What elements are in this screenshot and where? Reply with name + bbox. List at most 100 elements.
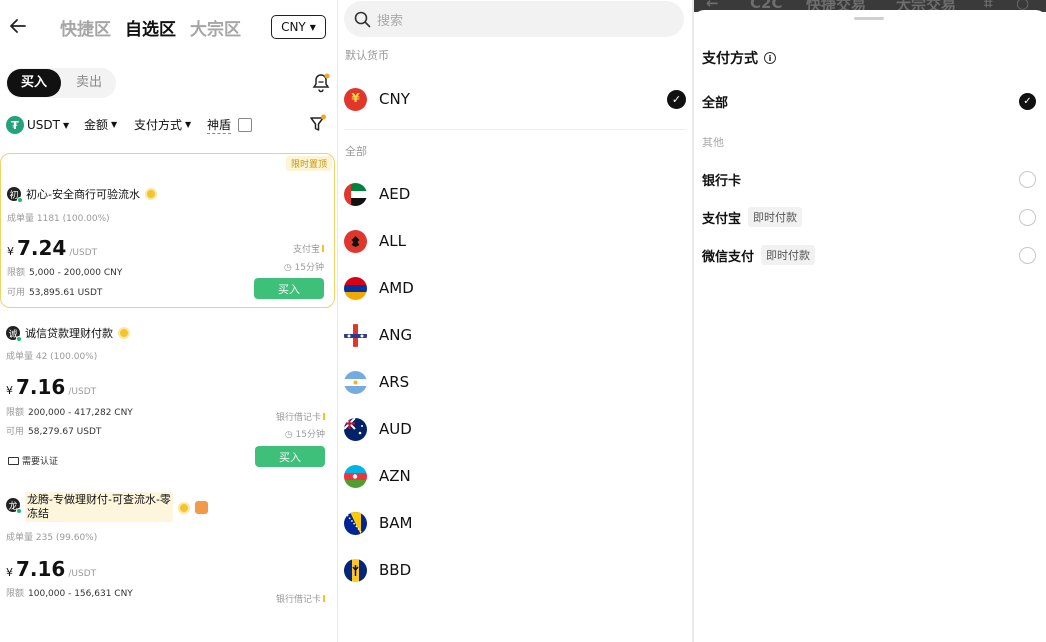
shield-filter[interactable]: 神盾 — [207, 116, 253, 134]
buy-tab[interactable]: 买入 — [7, 69, 61, 97]
payment-time: ◷ 15分钟 — [284, 260, 324, 273]
payment-method-panel: ← C2C 快捷交易 大宗交易 ⌗ ○ 支付方式 i 全部 ✓ 其他 银行卡 支… — [694, 0, 1046, 642]
bell-icon[interactable] — [311, 72, 331, 94]
limit-label: 限额 — [7, 268, 26, 278]
avatar: 龙 — [6, 498, 22, 514]
currency-row-ars[interactable]: ARS — [344, 360, 686, 404]
payment-time: ◷ 15分钟 — [285, 427, 325, 440]
caret-down-icon: ▼ — [185, 120, 192, 129]
pinned-badge: 限时置顶 — [285, 156, 332, 171]
merchant-name-row[interactable]: 龙 龙腾-专做理财付-可查流水-零 冻结 — [6, 492, 208, 522]
tab-quick[interactable]: 快捷区 — [60, 15, 111, 40]
currency-row-bbd[interactable]: BBD — [344, 548, 686, 592]
currency-code: BAM — [379, 514, 413, 532]
currency-code: CNY — [379, 90, 410, 108]
currency-code: AMD — [379, 279, 414, 297]
payment-filter-label: 支付方式 — [134, 118, 183, 132]
ad-card[interactable]: 限时置顶 初 初心-安全商行可验流水 成单量 1181 (100.00%) ¥ … — [0, 153, 335, 308]
radio-selected-icon[interactable]: ✓ — [1019, 92, 1036, 110]
fiat-currency-label: CNY — [281, 20, 306, 34]
payment-option-label: 全部 — [702, 95, 729, 111]
coin-filter-label: USDT — [27, 118, 60, 132]
available-row: 可用 58,279.67 USDT — [6, 424, 101, 437]
tab-bulk[interactable]: 大宗区 — [190, 15, 241, 40]
clock-icon: ◷ — [283, 263, 295, 273]
price-value: 7.24 — [17, 236, 67, 260]
buy-button[interactable]: 买入 — [255, 446, 325, 467]
buy-button[interactable]: 买入 — [254, 278, 324, 299]
currency-row-azn[interactable]: AZN — [344, 454, 686, 498]
flag-aed-icon — [344, 182, 367, 206]
currency-row-bam[interactable]: BAM — [344, 501, 686, 545]
payment-option-label: 银行卡 — [702, 173, 742, 189]
flag-ars-icon — [344, 370, 367, 394]
merchant-name-row[interactable]: 诚 诚信贷款理财付款 — [6, 325, 130, 342]
verification-label: 需要认证 — [22, 457, 59, 467]
alipay-marker-icon — [322, 245, 324, 252]
price-value: 7.16 — [16, 557, 66, 581]
currency-code: ANG — [379, 326, 413, 344]
currency-row-aed[interactable]: AED — [344, 172, 686, 216]
verified-merchant-icon — [118, 327, 130, 339]
limit-row: 限额 200,000 - 417,282 CNY — [6, 405, 133, 418]
ad-card[interactable]: 龙 龙腾-专做理财付-可查流水-零 冻结 成单量 235 (99.60%) ¥ 7… — [0, 490, 335, 620]
coin-filter[interactable]: ₮ USDT ▼ — [6, 116, 69, 134]
tab-custom[interactable]: 自选区 — [125, 15, 176, 40]
currency-row-ang[interactable]: ANG — [344, 313, 686, 357]
instant-pay-tag: 即时付款 — [748, 207, 803, 227]
radio-unselected-icon[interactable] — [1019, 170, 1036, 188]
market-tabs: 快捷区 自选区 大宗区 — [60, 15, 241, 40]
amount-filter[interactable]: 金额 ▼ — [84, 116, 117, 133]
payment-option-bank-card[interactable]: 银行卡 — [702, 166, 1036, 192]
price-unit: /USDT — [68, 387, 97, 397]
payment-option-alipay[interactable]: 支付宝 即时付款 — [702, 204, 1036, 230]
currency-code: ARS — [379, 373, 410, 391]
info-icon[interactable]: i — [764, 52, 776, 64]
filter-funnel-icon[interactable] — [309, 114, 327, 134]
currency-row-cny[interactable]: ¥ CNY ✓ — [344, 77, 686, 121]
price-value: 7.16 — [16, 375, 66, 399]
default-currency-heading: 默认货币 — [345, 49, 389, 62]
verified-merchant-icon — [144, 188, 157, 200]
back-arrow-icon[interactable] — [8, 16, 28, 36]
payment-option-all[interactable]: 全部 ✓ — [702, 88, 1036, 114]
fiat-currency-button[interactable]: CNY ▼ — [271, 15, 326, 39]
payment-method: 银行借记卡 — [276, 592, 325, 605]
all-currencies-heading: 全部 — [345, 145, 367, 158]
online-dot — [16, 508, 22, 514]
available-row: 可用 53,895.61 USDT — [7, 285, 102, 298]
currency-code: BBD — [379, 561, 412, 579]
order-volume: 成单量 235 (99.60%) — [6, 533, 98, 543]
buy-sell-toggle: 买入 卖出 — [6, 68, 116, 98]
divider — [344, 129, 686, 130]
market-header: 快捷区 自选区 大宗区 CNY ▼ — [0, 12, 337, 42]
currency-row-all[interactable]: ALL — [344, 219, 686, 263]
search-placeholder: 搜索 — [377, 13, 404, 29]
ad-card[interactable]: 诚 诚信贷款理财付款 成单量 42 (100.00%) ¥ 7.16 /USDT… — [0, 312, 335, 477]
payment-time-value: 15分钟 — [295, 430, 325, 440]
payment-method: 银行借记卡 — [276, 410, 325, 423]
currency-row-aud[interactable]: AUD — [344, 407, 686, 451]
payment-option-wechat[interactable]: 微信支付 即时付款 — [702, 242, 1036, 268]
shield-checkbox[interactable] — [238, 118, 253, 132]
amount-filter-label: 金额 — [84, 118, 109, 132]
payment-filter[interactable]: 支付方式 ▼ — [134, 116, 191, 133]
radio-unselected-icon[interactable] — [1019, 208, 1036, 226]
currency-row-amd[interactable]: AMD — [344, 266, 686, 310]
sheet-drag-handle[interactable] — [854, 17, 884, 20]
sheet-title: 支付方式 i — [702, 48, 776, 68]
radio-unselected-icon[interactable] — [1019, 246, 1036, 264]
verified-merchant-icon — [177, 502, 190, 514]
limit-row: 限额 5,000 - 200,000 CNY — [7, 265, 122, 278]
payment-time-value: 15分钟 — [294, 263, 324, 273]
merchant-name: 诚信贷款理财付款 — [25, 327, 113, 340]
caret-down-icon: ▼ — [111, 120, 118, 129]
merchant-shield-icon — [194, 501, 208, 514]
shield-filter-label: 神盾 — [207, 118, 232, 134]
merchant-name-row[interactable]: 初 初心-安全商行可验流水 — [7, 186, 157, 203]
sell-tab[interactable]: 卖出 — [62, 69, 116, 97]
online-dot — [17, 197, 23, 203]
merchant-name: 初心-安全商行可验流水 — [26, 188, 140, 201]
search-field[interactable]: 搜索 — [344, 1, 684, 37]
limit-value: 200,000 - 417,282 CNY — [28, 408, 133, 418]
